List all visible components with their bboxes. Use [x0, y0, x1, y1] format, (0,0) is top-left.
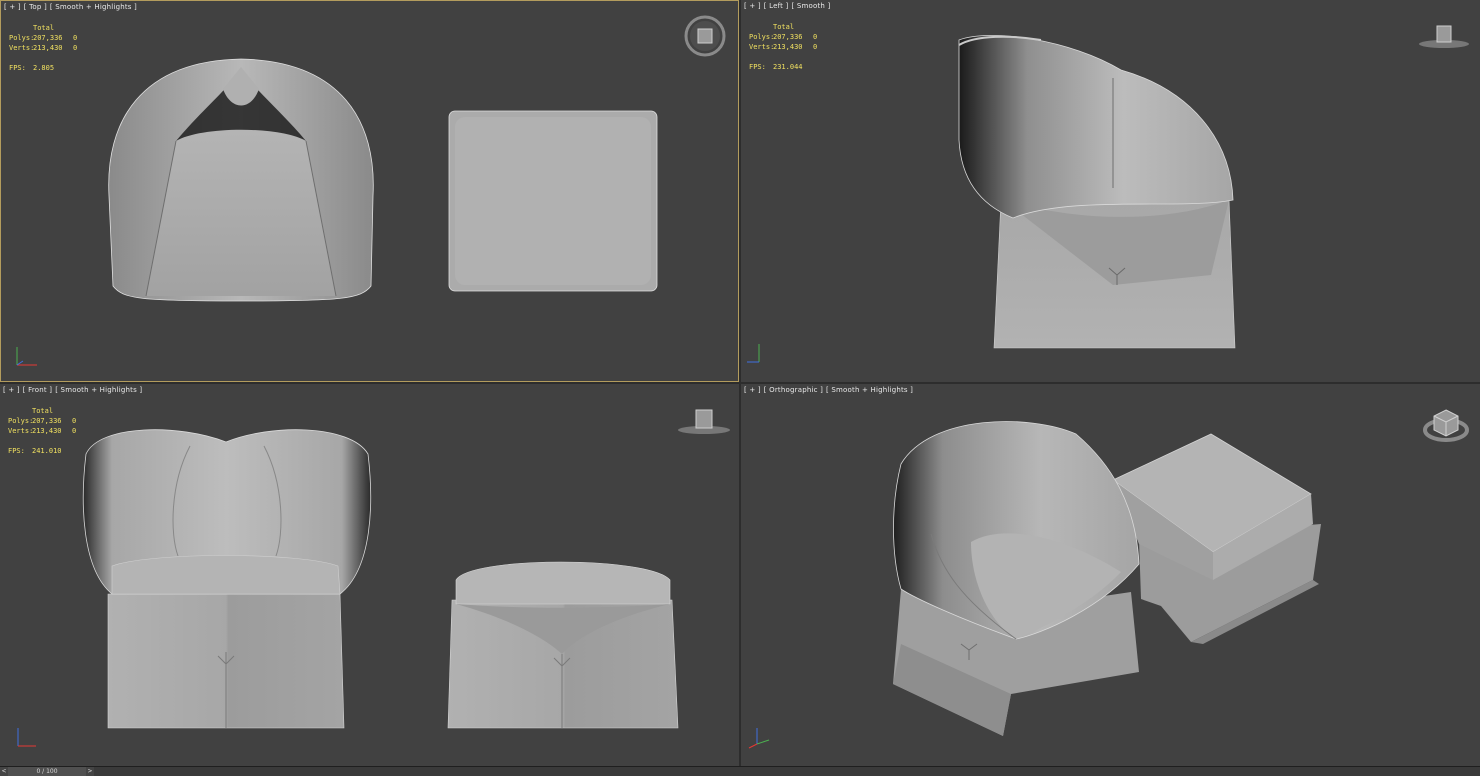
chair-top-model [108, 58, 374, 302]
viewport-menu-plus[interactable]: [ + ] [4, 3, 21, 11]
ottoman-3d-model [1112, 433, 1321, 644]
axis-tripod-icon [17, 728, 36, 747]
chair-side-model [958, 35, 1236, 349]
orthographic-view-scene [893, 421, 1321, 736]
polys-value: 207,336 [33, 34, 63, 42]
front-view-scene [82, 429, 679, 729]
time-slider[interactable]: < 0 / 100 > [0, 766, 1480, 776]
viewcube-icon[interactable] [676, 404, 732, 436]
polys-selected: 0 [73, 34, 78, 42]
viewcube-icon[interactable] [1417, 20, 1471, 50]
viewport-shading-menu[interactable]: [ Smooth + Highlights ] [826, 386, 913, 394]
viewport-menu-plus[interactable]: [ + ] [744, 2, 761, 10]
chair-3d-model [893, 421, 1140, 736]
viewport-top[interactable]: [ + ][ Top ][ Smooth + Highlights ] Tota… [0, 0, 739, 382]
fps-value: 2.805 [33, 64, 55, 72]
stats-total-label: Total [32, 407, 54, 415]
polys-label: Polys: [749, 33, 775, 41]
verts-selected: 0 [813, 43, 818, 51]
time-prev-button[interactable]: < [0, 767, 8, 776]
time-next-button[interactable]: > [86, 767, 94, 776]
top-view-scene [108, 58, 658, 302]
polys-label: Polys: [9, 34, 35, 42]
fps-label: FPS: [8, 447, 25, 455]
viewport-label[interactable]: [ + ][ Orthographic ][ Smooth + Highligh… [744, 386, 916, 394]
viewport-orthographic[interactable]: [ + ][ Orthographic ][ Smooth + Highligh… [741, 384, 1480, 766]
viewport-menu-plus[interactable]: [ + ] [3, 386, 20, 394]
viewport-label[interactable]: [ + ][ Top ][ Smooth + Highlights ] [4, 3, 140, 11]
viewcube-icon[interactable] [1421, 404, 1471, 446]
stats-total-label: Total [773, 23, 795, 31]
axis-tripod-icon [748, 728, 770, 749]
axis-tripod-icon [16, 347, 37, 366]
ottoman-front-model [447, 561, 679, 729]
ottoman-top-model [448, 110, 658, 292]
fps-label: FPS: [749, 63, 766, 71]
verts-value: 213,430 [773, 43, 803, 51]
viewport-label[interactable]: [ + ][ Left ][ Smooth ] [744, 2, 833, 10]
stats-total-label: Total [33, 24, 55, 32]
fps-label: FPS: [9, 64, 26, 72]
verts-value: 213,430 [33, 44, 63, 52]
viewport-front[interactable]: [ + ][ Front ][ Smooth + Highlights ] To… [0, 384, 739, 766]
polys-selected: 0 [813, 33, 818, 41]
viewport-left[interactable]: [ + ][ Left ][ Smooth ] Total Polys:207,… [741, 0, 1480, 382]
polys-label: Polys: [8, 417, 34, 425]
viewport-view-menu[interactable]: [ Front ] [23, 386, 52, 394]
fps-value: 241.010 [32, 447, 62, 455]
verts-label: Verts: [8, 427, 34, 435]
verts-selected: 0 [72, 427, 77, 435]
left-view-scene [958, 35, 1236, 349]
fps-value: 231.044 [773, 63, 803, 71]
viewport-shading-menu[interactable]: [ Smooth + Highlights ] [50, 3, 137, 11]
verts-value: 213,430 [32, 427, 62, 435]
polys-selected: 0 [72, 417, 77, 425]
viewcube-icon[interactable] [683, 15, 727, 57]
viewport-shading-menu[interactable]: [ Smooth + Highlights ] [55, 386, 142, 394]
axis-tripod-icon [747, 344, 760, 363]
viewport-menu-plus[interactable]: [ + ] [744, 386, 761, 394]
viewport-view-menu[interactable]: [ Orthographic ] [764, 386, 823, 394]
verts-label: Verts: [9, 44, 35, 52]
statistics-overlay: Total Polys:207,336 0 Verts:213,430 0 FPS:… [749, 22, 817, 72]
verts-label: Verts: [749, 43, 775, 51]
chair-front-model [82, 429, 372, 729]
viewport-view-menu[interactable]: [ Left ] [764, 2, 789, 10]
statistics-overlay: Total Polys:207,336 0 Verts:213,430 0 FPS:… [9, 23, 77, 73]
viewport-shading-menu[interactable]: [ Smooth ] [791, 2, 830, 10]
viewport-label[interactable]: [ + ][ Front ][ Smooth + Highlights ] [3, 386, 145, 394]
polys-value: 207,336 [32, 417, 62, 425]
statistics-overlay: Total Polys:207,336 0 Verts:213,430 0 FPS:… [8, 406, 76, 456]
polys-value: 207,336 [773, 33, 803, 41]
time-slider-thumb[interactable]: 0 / 100 [8, 767, 87, 776]
verts-selected: 0 [73, 44, 78, 52]
viewport-view-menu[interactable]: [ Top ] [24, 3, 47, 11]
